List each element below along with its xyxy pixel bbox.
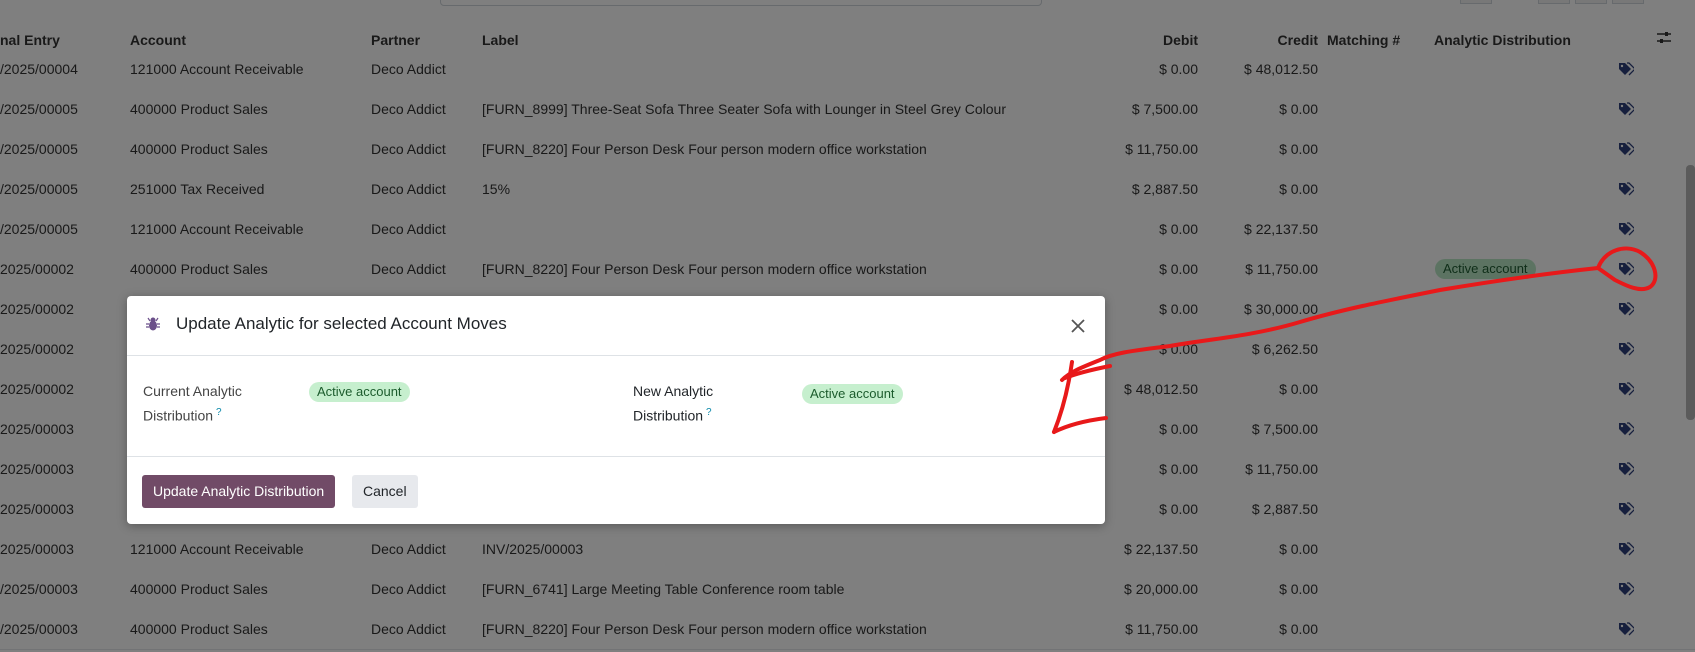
dialog-title: Update Analytic for selected Account Mov…	[176, 314, 507, 333]
current-analytic-badge: Active account	[309, 382, 410, 402]
dialog-header: Update Analytic for selected Account Mov…	[127, 296, 1105, 356]
app-root: nal Entry Account Partner Label Debit Cr…	[0, 0, 1695, 652]
current-analytic-label: Current Analytic Distribution?	[143, 381, 242, 427]
new-analytic-label: New Analytic Distribution?	[633, 381, 713, 427]
current-analytic-label-line2: Distribution	[143, 407, 214, 424]
bug-icon	[146, 316, 160, 332]
new-analytic-label-line2: Distribution	[633, 407, 704, 424]
scrollbar-thumb[interactable]	[1686, 165, 1695, 420]
new-analytic-distribution-field[interactable]: Active account	[802, 384, 903, 404]
cancel-button[interactable]: Cancel	[352, 475, 418, 508]
update-analytic-dialog: Update Analytic for selected Account Mov…	[127, 296, 1105, 524]
dialog-body: Current Analytic Distribution? Active ac…	[127, 356, 1105, 457]
help-tooltip-icon[interactable]: ?	[216, 407, 222, 418]
update-analytic-distribution-button[interactable]: Update Analytic Distribution	[142, 475, 336, 508]
close-icon[interactable]	[1068, 316, 1088, 336]
new-analytic-label-line1: New Analytic	[633, 383, 714, 399]
current-analytic-label-line1: Current Analytic	[143, 383, 242, 399]
help-tooltip-icon[interactable]: ?	[706, 407, 712, 418]
